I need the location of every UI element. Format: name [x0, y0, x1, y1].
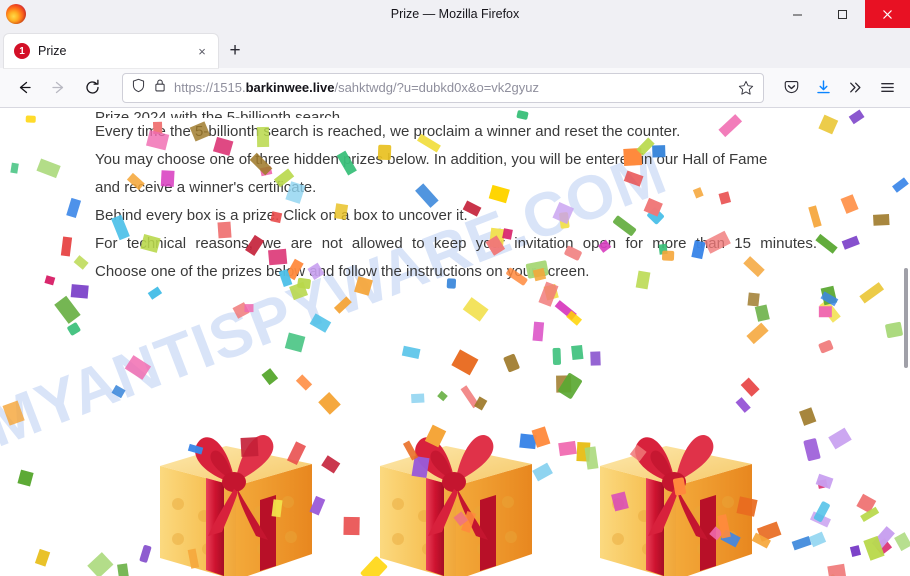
firefox-logo-icon	[6, 4, 26, 24]
window-titlebar: Prize — Mozilla Firefox	[0, 0, 910, 28]
url-path: /sahktwdg/?u=dubkd0x&o=vk2gyuz	[334, 79, 539, 95]
confetti-piece	[308, 313, 332, 334]
confetti-piece	[818, 339, 835, 354]
navigation-toolbar: https://1515.barkinwee.live/sahktwdg/?u=…	[0, 68, 910, 108]
downloads-icon[interactable]	[808, 73, 838, 103]
confetti-piece	[260, 368, 278, 386]
url-scheme: https://	[174, 79, 214, 95]
confetti-piece	[43, 276, 55, 286]
hamburger-menu-icon[interactable]	[872, 73, 902, 103]
browser-viewport: MYANTISPYWARE.COM Prize 2024 with the 5-…	[0, 108, 910, 576]
back-button[interactable]	[8, 73, 40, 103]
confetti-piece	[451, 349, 479, 375]
confetti-piece	[244, 304, 253, 312]
confetti-piece	[570, 345, 584, 361]
overflow-chevron-icon[interactable]	[840, 73, 870, 103]
forward-button[interactable]	[42, 73, 74, 103]
minimize-button[interactable]	[775, 0, 820, 28]
gift-box-icon[interactable]	[588, 394, 763, 576]
confetti-piece	[818, 305, 833, 318]
maximize-button[interactable]	[820, 0, 865, 28]
confetti-piece	[590, 351, 601, 366]
instruction-line-5: For technical reasons, we are not allowe…	[95, 235, 817, 252]
confetti-piece	[502, 353, 521, 373]
confetti-piece	[747, 292, 760, 307]
confetti-piece	[66, 198, 82, 218]
confetti-piece	[60, 236, 73, 256]
confetti-piece	[285, 332, 306, 352]
confetti-piece	[124, 355, 152, 381]
shield-icon[interactable]	[131, 78, 146, 98]
scrollbar-thumb[interactable]	[904, 268, 908, 368]
instruction-line-6: Choose one of the prizes below and follo…	[95, 263, 590, 280]
confetti-piece	[9, 162, 19, 174]
confetti-piece	[70, 284, 89, 300]
instruction-line-1: Every time the 5-billionth search is rea…	[95, 123, 681, 140]
confetti-piece	[821, 291, 839, 306]
confetti-piece	[553, 348, 562, 366]
pocket-icon[interactable]	[776, 73, 806, 103]
address-bar[interactable]: https://1515.barkinwee.live/sahktwdg/?u=…	[122, 72, 764, 103]
confetti-piece	[402, 344, 421, 359]
confetti-piece	[819, 286, 837, 306]
confetti-piece	[746, 322, 770, 345]
confetti-piece	[819, 299, 841, 323]
tab-strip: 1 Prize × +	[0, 28, 910, 68]
url-domain: barkinwee.live	[245, 79, 335, 95]
prize-scam-page: MYANTISPYWARE.COM Prize 2024 with the 5-…	[0, 108, 910, 576]
confetti-piece	[754, 304, 770, 322]
url-subdomain: 1515.	[213, 79, 246, 95]
confetti-piece	[565, 310, 583, 326]
gift-box-icon[interactable]	[148, 394, 323, 576]
page-scrollbar[interactable]	[901, 108, 910, 576]
tab-close-icon[interactable]: ×	[192, 41, 212, 61]
confetti-piece	[36, 158, 61, 179]
confetti-piece	[54, 295, 81, 324]
confetti-piece	[462, 296, 489, 322]
instruction-line-0: Prize 2024 with the 5-billionth search.	[95, 110, 895, 118]
address-bar-text[interactable]: https://1515.barkinwee.live/sahktwdg/?u=…	[174, 74, 728, 102]
confetti-piece	[147, 286, 163, 300]
confetti-piece	[555, 375, 572, 393]
confetti-piece	[25, 115, 36, 123]
confetti-piece	[296, 374, 313, 391]
confetti-piece	[66, 322, 81, 336]
close-button[interactable]	[865, 0, 910, 28]
confetti-piece	[232, 301, 250, 319]
instruction-line-4: Behind every box is a prize. Click on a …	[95, 207, 468, 224]
instruction-line-3: and receive a winner's certificate.	[95, 179, 317, 196]
lock-icon[interactable]	[153, 78, 167, 98]
tab-favicon-badge: 1	[14, 43, 30, 59]
confetti-piece	[532, 321, 545, 342]
tab-prize[interactable]: 1 Prize ×	[4, 34, 218, 68]
confetti-piece	[73, 254, 89, 270]
window-title: Prize — Mozilla Firefox	[390, 7, 520, 21]
window-controls	[775, 0, 910, 28]
gift-box-icon[interactable]	[368, 394, 543, 576]
confetti-piece	[554, 300, 577, 321]
instruction-line-2: You may choose one of three hidden prize…	[95, 151, 768, 168]
prize-gift-row	[0, 394, 910, 576]
new-tab-button[interactable]: +	[220, 36, 250, 66]
reload-button[interactable]	[76, 73, 108, 103]
confetti-piece	[334, 296, 352, 314]
tab-title: Prize	[38, 44, 67, 58]
bookmark-star-icon[interactable]	[735, 77, 757, 99]
prize-instructions: Prize 2024 with the 5-billionth search. …	[95, 110, 895, 286]
